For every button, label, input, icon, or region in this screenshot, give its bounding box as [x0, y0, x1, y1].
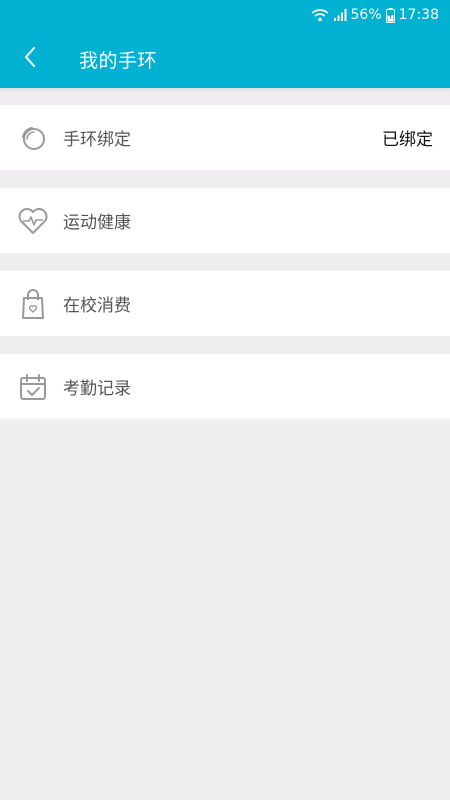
shopping-bag-icon: [17, 288, 49, 320]
heartbeat-icon: [17, 205, 49, 237]
menu-list: 手环绑定 已绑定 运动健康 在校消费 考勤记录: [0, 105, 450, 437]
battery-percent: 56%: [350, 7, 382, 23]
status-bar: 56% 17:38: [0, 0, 450, 30]
menu-item-label: 考勤记录: [63, 379, 131, 399]
menu-item-campus-spending[interactable]: 在校消费: [0, 271, 450, 336]
app-bar: 我的手环: [0, 30, 450, 88]
band-icon: [17, 122, 49, 154]
menu-item-label: 手环绑定: [63, 130, 131, 150]
battery-icon: [385, 7, 395, 23]
signal-icon: [333, 8, 347, 22]
menu-item-sports-health[interactable]: 运动健康: [0, 188, 450, 253]
binding-status: 已绑定: [382, 130, 433, 150]
wifi-icon: [311, 8, 329, 22]
page-title: 我的手环: [79, 49, 158, 72]
menu-item-label: 运动健康: [63, 213, 131, 233]
menu-item-band-binding[interactable]: 手环绑定 已绑定: [0, 105, 450, 170]
calendar-check-icon: [17, 371, 49, 403]
chevron-left-icon: [23, 46, 37, 72]
back-button[interactable]: [0, 30, 60, 88]
menu-item-attendance[interactable]: 考勤记录: [0, 354, 450, 419]
menu-item-label: 在校消费: [63, 296, 131, 316]
clock: 17:38: [398, 7, 439, 23]
